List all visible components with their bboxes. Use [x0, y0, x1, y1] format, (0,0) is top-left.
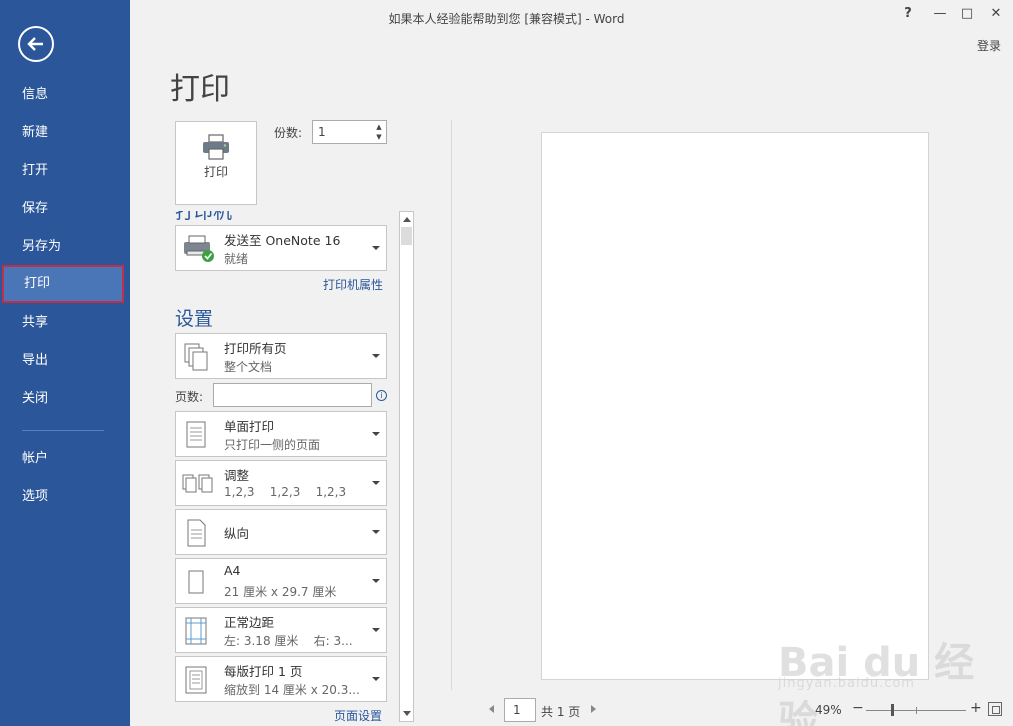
chevron-down-icon [372, 481, 380, 485]
printer-status: 就绪 [224, 252, 249, 266]
orientation-dropdown[interactable]: 纵向 [175, 509, 387, 555]
settings-heading: 设置 [175, 308, 214, 330]
copies-label: 份数: [274, 126, 303, 140]
sidebar-item-close[interactable]: 关闭 [0, 380, 130, 418]
printer-name: 发送至 OneNote 16 [224, 233, 341, 248]
sidebar-item-export[interactable]: 导出 [0, 342, 130, 380]
print-range-title: 打印所有页 [224, 341, 287, 356]
chevron-down-icon [372, 432, 380, 436]
copies-stepper[interactable]: 1 ▲ ▼ [312, 120, 387, 144]
print-settings-panel: 打印机 发送至 OneNote 16 就绪 打印机属性 设置 打印所有页 整个文… [170, 211, 398, 723]
previous-page-icon[interactable] [489, 705, 494, 713]
print-preview-page [541, 132, 929, 680]
printer-ready-icon [184, 235, 214, 262]
backstage-sidebar: 信息 新建 打开 保存 另存为 打印 共享 导出 关闭 帐户 选项 [0, 0, 130, 726]
margins-subtitle: 左: 3.18 厘米 右: 3... [224, 634, 353, 648]
baidu-jingyan-watermark: Bai du 经验 jingyan.baidu.com [778, 612, 1013, 726]
spin-up-icon[interactable]: ▲ [374, 123, 384, 131]
signin-link[interactable]: 登录 [977, 37, 1001, 54]
pages-label: 页数: [175, 390, 204, 404]
restore-icon[interactable]: □ [957, 6, 977, 24]
print-range-subtitle: 整个文档 [224, 360, 273, 374]
pages-input[interactable] [213, 383, 372, 407]
sidebar-divider [22, 430, 104, 431]
collate-dropdown[interactable]: 调整 1,2,3 1,2,3 1,2,3 [175, 460, 387, 506]
sidebar-item-open[interactable]: 打开 [0, 152, 130, 190]
margins-title: 正常边距 [224, 615, 275, 630]
printer-icon [203, 134, 229, 160]
page-setup-link[interactable]: 页面设置 [334, 707, 382, 723]
chevron-down-icon [372, 246, 380, 250]
pages-per-sheet-icon [185, 666, 207, 694]
all-pages-icon [184, 343, 208, 371]
margins-icon [185, 617, 207, 645]
collate-title: 调整 [224, 468, 250, 483]
portrait-icon [187, 519, 206, 547]
chevron-down-icon [372, 579, 380, 583]
margins-dropdown[interactable]: 正常边距 左: 3.18 厘米 右: 3... [175, 607, 387, 653]
current-page-input[interactable]: 1 [504, 698, 536, 722]
sidebar-item-save[interactable]: 保存 [0, 190, 130, 228]
collated-icon [182, 474, 213, 493]
paper-size-title: A4 [224, 563, 241, 578]
print-button-label: 打印 [203, 165, 228, 179]
pages-per-sheet-subtitle: 缩放到 14 厘米 x 20.3... [224, 683, 360, 697]
chevron-down-icon [372, 628, 380, 632]
printer-properties-link[interactable]: 打印机属性 [323, 276, 383, 293]
copies-value: 1 [318, 125, 326, 139]
close-icon[interactable]: ✕ [986, 6, 1006, 24]
sidebar-item-info[interactable]: 信息 [0, 76, 130, 114]
scroll-thumb[interactable] [401, 227, 412, 245]
printer-heading: 打印机 [175, 211, 233, 223]
panel-divider [451, 120, 452, 690]
next-page-icon[interactable] [591, 705, 596, 713]
page-title: 打印 [170, 72, 230, 107]
collate-subtitle: 1,2,3 1,2,3 1,2,3 [224, 485, 347, 499]
printer-dropdown[interactable]: 发送至 OneNote 16 就绪 [175, 225, 387, 271]
print-button[interactable]: 打印 [175, 121, 257, 205]
chevron-down-icon [372, 354, 380, 358]
sides-title: 单面打印 [224, 419, 275, 434]
help-icon[interactable]: ? [898, 6, 918, 24]
chevron-down-icon [372, 677, 380, 681]
sidebar-item-share[interactable]: 共享 [0, 304, 130, 342]
sidebar-item-options[interactable]: 选项 [0, 478, 130, 516]
pages-per-sheet-title: 每版打印 1 页 [224, 664, 303, 679]
paper-size-icon [188, 570, 204, 594]
sidebar-item-account[interactable]: 帐户 [0, 440, 130, 478]
pages-per-sheet-dropdown[interactable]: 每版打印 1 页 缩放到 14 厘米 x 20.3... [175, 656, 387, 702]
page-total-label: 共 1 页 [541, 705, 581, 719]
single-sided-icon [186, 421, 206, 448]
minimize-icon[interactable]: — [930, 6, 950, 24]
sides-subtitle: 只打印一侧的页面 [224, 438, 321, 452]
sides-dropdown[interactable]: 单面打印 只打印一侧的页面 [175, 411, 387, 457]
back-arrow-icon[interactable] [18, 26, 54, 62]
info-icon[interactable]: i [376, 390, 387, 401]
sidebar-item-print[interactable]: 打印 [2, 265, 124, 303]
watermark-url: jingyan.baidu.com [778, 676, 915, 691]
orientation-title: 纵向 [224, 526, 250, 541]
window-title: 如果本人经验能帮助到您 [兼容模式] - Word [388, 12, 625, 26]
print-range-dropdown[interactable]: 打印所有页 整个文档 [175, 333, 387, 379]
paper-size-dropdown[interactable]: A4 21 厘米 x 29.7 厘米 [175, 558, 387, 604]
spin-down-icon[interactable]: ▼ [374, 133, 384, 141]
paper-size-subtitle: 21 厘米 x 29.7 厘米 [224, 585, 337, 599]
scroll-up-icon[interactable] [403, 217, 411, 222]
settings-scrollbar[interactable] [399, 211, 414, 722]
scroll-down-icon[interactable] [403, 711, 411, 716]
sidebar-item-save-as[interactable]: 另存为 [0, 228, 130, 266]
chevron-down-icon [372, 530, 380, 534]
sidebar-item-new[interactable]: 新建 [0, 114, 130, 152]
